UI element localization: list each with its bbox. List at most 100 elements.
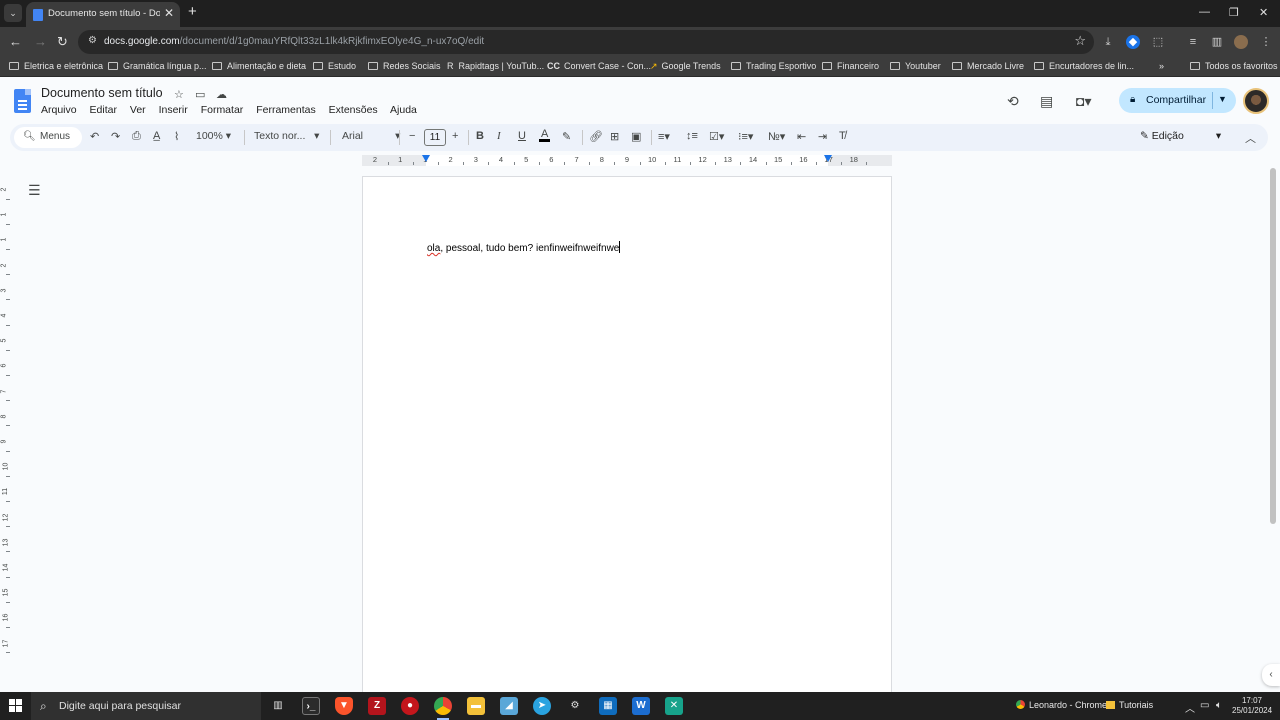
bookmark-item[interactable]: Financeiro <box>822 61 879 71</box>
menus-search-input[interactable]: 🔍︎ Menus <box>14 127 82 148</box>
decrease-indent-icon[interactable]: ⇤ <box>797 130 806 143</box>
meet-video-icon[interactable]: ◘▾ <box>1076 93 1091 110</box>
horizontal-ruler[interactable]: 21123456789101112131415161718 <box>362 152 892 167</box>
volume-icon[interactable]: 🔈︎ <box>1216 700 1222 711</box>
underline-icon[interactable]: U <box>518 130 526 142</box>
document-body-text[interactable]: ola, pessoal, tudo bem? ienfinweifnweifn… <box>427 241 621 254</box>
restore-icon[interactable]: ❐ <box>1229 6 1239 19</box>
bookmark-item[interactable]: Estudo <box>313 61 356 71</box>
paint-format-icon[interactable]: ⌇ <box>174 130 179 143</box>
bookmark-item[interactable]: Trading Esportivo <box>731 61 816 71</box>
bookmark-item[interactable]: Redes Sociais <box>368 61 441 71</box>
bookmark-item[interactable]: R Rapidtags | YouTub... <box>447 61 544 71</box>
bookmarks-overflow-icon[interactable]: » <box>1159 61 1164 71</box>
chrome-menu-icon[interactable]: ⋮ <box>1259 35 1273 49</box>
star-icon[interactable]: ☆ <box>174 88 184 101</box>
font-size-input[interactable]: 11 <box>424 129 446 146</box>
menu-ferramentas[interactable]: Ferramentas <box>256 104 316 116</box>
document-title[interactable]: Documento sem título <box>41 86 163 100</box>
word-app-icon[interactable]: W <box>632 697 650 715</box>
terminal-app-icon[interactable]: ›_ <box>302 697 320 715</box>
media-control-icon[interactable]: ≡ <box>1186 35 1200 49</box>
side-panel-icon[interactable]: ▥ <box>1210 35 1224 49</box>
notes-app-icon[interactable]: ◢ <box>500 697 518 715</box>
all-bookmarks-folder[interactable]: Todos os favoritos <box>1190 61 1278 71</box>
vscode-like-icon[interactable]: ✕ <box>665 697 683 715</box>
vertical-ruler[interactable]: 2 1 1 2 3 4 5 6 7 8 9 10 11 12 13 14 15 16 17 <box>0 168 12 692</box>
tab-search-icon[interactable]: ⌄ <box>4 4 22 22</box>
italic-icon[interactable]: I <box>497 130 501 142</box>
red-app-icon[interactable]: ● <box>401 697 419 715</box>
print-icon[interactable]: ⎙ <box>132 130 141 143</box>
extension-blue-icon[interactable]: ◆ <box>1126 35 1140 49</box>
move-folder-icon[interactable]: ▭ <box>195 88 205 101</box>
tab-close-icon[interactable]: ✕ <box>164 6 174 20</box>
file-explorer-icon[interactable]: ▬ <box>467 697 485 715</box>
bulleted-list-icon[interactable]: ⁝≡▾ <box>738 130 753 143</box>
browser-tab-active[interactable]: Documento sem título - Docum ✕ <box>26 2 180 27</box>
extensions-puzzle-icon[interactable]: ⬚ <box>1151 35 1165 49</box>
align-icon[interactable]: ≡▾ <box>658 130 670 143</box>
apps-icon[interactable]: ⚙ <box>566 697 584 715</box>
network-icon[interactable]: ▭ <box>1200 700 1209 711</box>
document-outline-icon[interactable]: ☰ <box>28 182 41 199</box>
system-clock[interactable]: 17:07 25/01/2024 <box>1232 696 1272 716</box>
bold-icon[interactable]: B <box>476 130 484 142</box>
docs-logo-icon[interactable] <box>14 89 31 113</box>
filezilla-icon[interactable]: Z <box>368 697 386 715</box>
highlight-color-icon[interactable]: ✎ <box>562 130 571 143</box>
forward-icon[interactable]: → <box>34 34 47 49</box>
menu-extensoes[interactable]: Extensões <box>329 104 378 116</box>
bookmark-item[interactable]: Mercado Livre <box>952 61 1024 71</box>
menu-ver[interactable]: Ver <box>130 104 146 116</box>
back-icon[interactable]: ← <box>9 34 22 49</box>
new-tab-icon[interactable]: + <box>188 3 197 20</box>
reload-icon[interactable]: ↻ <box>57 34 68 50</box>
windows-start-icon[interactable] <box>9 699 22 712</box>
task-view-icon[interactable]: ▥ <box>269 697 287 715</box>
cloud-status-icon[interactable]: ☁ <box>216 88 227 101</box>
vertical-scrollbar[interactable] <box>1270 168 1276 524</box>
undo-icon[interactable]: ↶ <box>90 130 99 143</box>
increase-font-size-icon[interactable]: + <box>452 130 458 142</box>
download-icon[interactable]: ⤓ <box>1101 35 1115 49</box>
minimize-icon[interactable]: — <box>1199 6 1210 18</box>
increase-indent-icon[interactable]: ⇥ <box>818 130 827 143</box>
version-history-icon[interactable]: ⟲ <box>1007 93 1019 110</box>
telegram-icon[interactable]: ➤ <box>533 697 551 715</box>
font-select[interactable]: Arial ▾ <box>342 130 400 142</box>
document-page[interactable]: ola, pessoal, tudo bem? ienfinweifnweifn… <box>362 176 892 692</box>
style-select[interactable]: Texto nor... ▾ <box>254 130 319 142</box>
bookmark-item[interactable]: Gramática língua p... <box>108 61 207 71</box>
zoom-select[interactable]: 100% ▾ <box>196 130 231 142</box>
checklist-icon[interactable]: ☑▾ <box>709 130 724 143</box>
numbered-list-icon[interactable]: №▾ <box>768 130 785 143</box>
chrome-window-label[interactable]: Leonardo - Chrome <box>1016 700 1107 710</box>
spellcheck-icon[interactable]: A̲ <box>153 130 160 142</box>
menu-ajuda[interactable]: Ajuda <box>390 104 417 116</box>
bookmark-item[interactable]: Encurtadores de lin... <box>1034 61 1134 71</box>
misspelled-word[interactable]: ola <box>427 243 440 254</box>
bookmark-item[interactable]: Alimentação e dieta <box>212 61 306 71</box>
menu-editar[interactable]: Editar <box>90 104 117 116</box>
calculator-icon[interactable]: ▦ <box>599 697 617 715</box>
decrease-font-size-icon[interactable]: − <box>409 130 415 142</box>
insert-image-icon[interactable]: ▣ <box>631 130 641 143</box>
bookmark-item[interactable]: ↗ Google Trends <box>650 61 721 72</box>
menu-inserir[interactable]: Inserir <box>159 104 188 116</box>
bookmark-star-icon[interactable]: ☆ <box>1074 33 1086 49</box>
menu-arquivo[interactable]: Arquivo <box>41 104 77 116</box>
clear-formatting-icon[interactable]: T̸ <box>839 130 846 142</box>
share-button[interactable]: 🔒︎ Compartilhar ▼ <box>1119 88 1236 113</box>
add-comment-icon[interactable]: ⊞ <box>610 130 619 143</box>
chrome-taskbar-icon[interactable] <box>434 697 452 720</box>
url-text[interactable]: docs.google.com/document/d/1g0mauYRfQlt3… <box>104 36 484 47</box>
site-info-icon[interactable]: ⚙ <box>88 35 97 46</box>
comments-icon[interactable]: ▤ <box>1040 93 1053 110</box>
text-color-icon[interactable]: A <box>538 128 551 142</box>
tray-overflow-icon[interactable]: ︿ <box>1185 700 1195 715</box>
profile-avatar-icon[interactable] <box>1234 35 1248 49</box>
menu-formatar[interactable]: Formatar <box>201 104 244 116</box>
side-panel-toggle-icon[interactable]: ‹ <box>1262 664 1280 686</box>
insert-link-icon[interactable]: 🔗︎ <box>589 130 603 143</box>
